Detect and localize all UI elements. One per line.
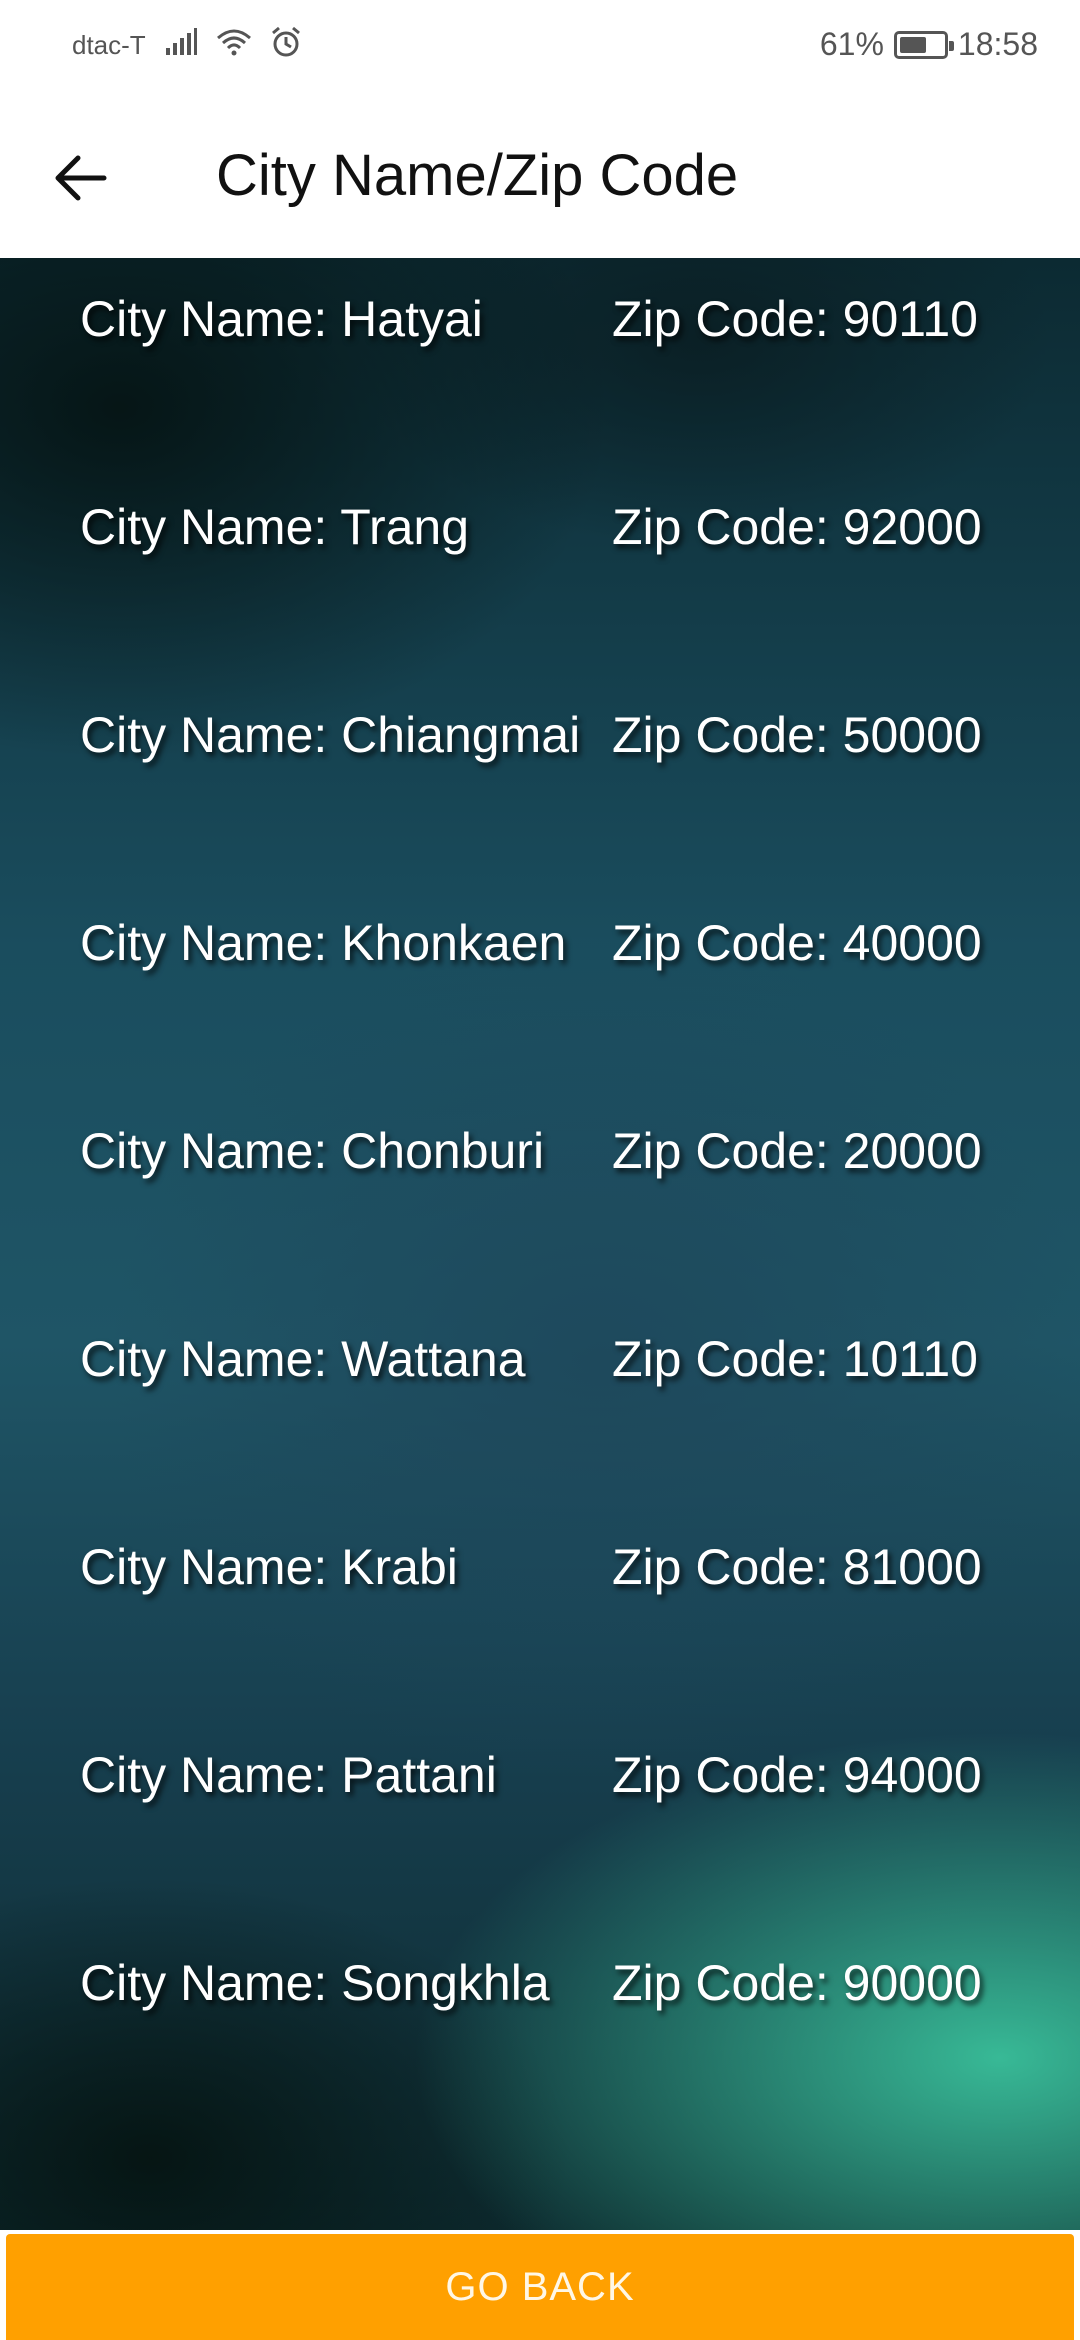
city-name-label: City Name: Pattani	[80, 1747, 497, 1803]
list-item[interactable]: City Name: Krabi Zip Code: 81000	[0, 1506, 1080, 1714]
battery-icon	[893, 30, 954, 59]
city-name-label: City Name: Trang	[80, 499, 470, 555]
city-name-label: City Name: Hatyai	[80, 291, 483, 347]
carrier-label: dtac-T	[72, 30, 146, 60]
city-name-label: City Name: Chiangmai	[80, 707, 581, 763]
list-item[interactable]: City Name: Chiangmai Zip Code: 50000	[0, 674, 1080, 882]
list-item[interactable]: City Name: Khonkaen Zip Code: 40000	[0, 882, 1080, 1090]
wifi-icon	[216, 28, 252, 63]
zip-code-label: Zip Code: 40000	[612, 915, 982, 971]
zip-code-label: Zip Code: 90110	[612, 291, 978, 347]
clock: 18:58	[957, 26, 1038, 62]
zip-code-label: Zip Code: 90000	[612, 1955, 982, 2011]
city-list-background: City Name: Hatyai Zip Code: 90110 City Nam…	[0, 258, 1080, 2230]
list-item[interactable]: City Name: Wattana Zip Code: 10110	[0, 1298, 1080, 1506]
page-title: City Name/Zip Code	[216, 143, 739, 208]
city-name-label: City Name: Chonburi	[80, 1123, 545, 1179]
city-name-label: City Name: Khonkaen	[80, 915, 567, 971]
app-bar: City Name/Zip Code	[0, 90, 1080, 258]
list-item[interactable]: City Name: Trang Zip Code: 92000	[0, 466, 1080, 674]
zip-code-label: Zip Code: 94000	[612, 1747, 982, 1803]
city-list[interactable]: City Name: Hatyai Zip Code: 90110 City Nam…	[0, 258, 1080, 2130]
status-left: dtac-T	[72, 26, 302, 65]
zip-code-label: Zip Code: 92000	[612, 499, 982, 555]
list-item[interactable]: City Name: Songkhla Zip Code: 90000	[0, 1922, 1080, 2130]
city-name-label: City Name: Krabi	[80, 1539, 458, 1595]
battery-fill	[899, 36, 926, 53]
back-button[interactable]	[40, 140, 120, 220]
list-item[interactable]: City Name: Hatyai Zip Code: 90110	[0, 258, 1080, 466]
city-name-label: City Name: Wattana	[80, 1331, 526, 1387]
list-item[interactable]: City Name: Pattani Zip Code: 94000	[0, 1714, 1080, 1922]
battery-percent: 61%	[819, 26, 884, 62]
zip-code-label: Zip Code: 20000	[612, 1123, 982, 1179]
zip-code-label: Zip Code: 81000	[612, 1539, 982, 1595]
city-name-label: City Name: Songkhla	[80, 1955, 550, 2011]
go-back-button[interactable]: GO BACK	[6, 2234, 1074, 2340]
zip-code-label: Zip Code: 50000	[612, 707, 982, 763]
status-bar: dtac-T 61% 18:58	[0, 0, 1080, 90]
alarm-icon	[270, 26, 302, 65]
arrow-left-icon	[52, 153, 108, 208]
status-right: 61% 18:58	[820, 26, 1038, 63]
zip-code-label: Zip Code: 10110	[612, 1331, 978, 1387]
list-item[interactable]: City Name: Chonburi Zip Code: 20000	[0, 1090, 1080, 1298]
signal-icon	[164, 28, 198, 63]
